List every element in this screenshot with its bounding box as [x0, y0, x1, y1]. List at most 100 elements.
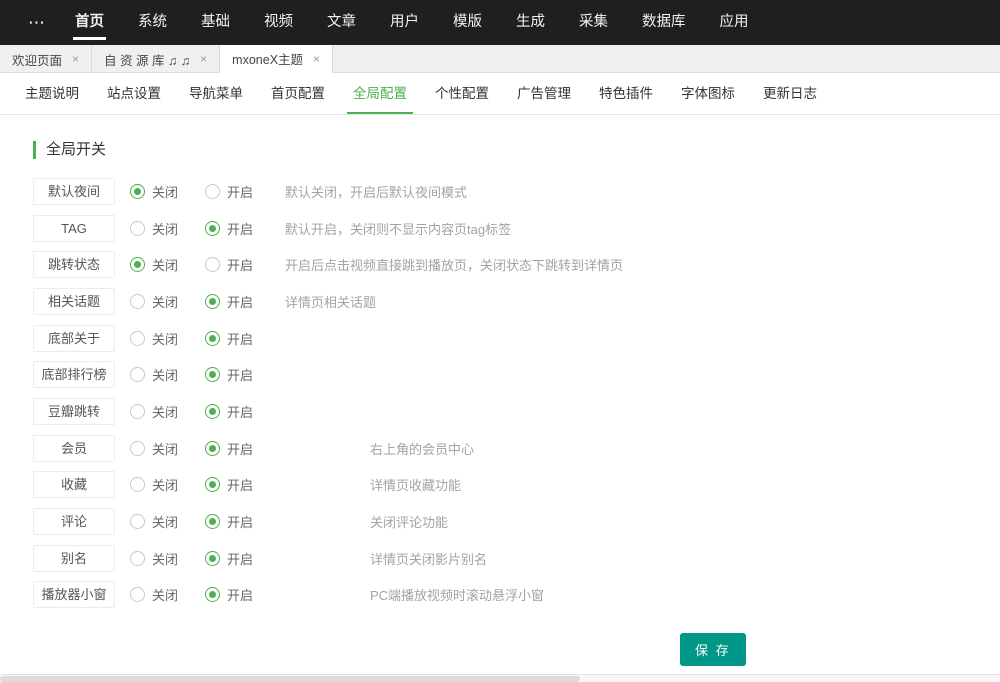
subnav-item[interactable]: 更新日志: [749, 73, 831, 114]
radio-option-off[interactable]: 关闭: [130, 219, 178, 238]
radio-option-on[interactable]: 开启: [205, 182, 253, 201]
radio-icon-on[interactable]: [205, 587, 220, 602]
topnav-item[interactable]: 基础: [184, 0, 247, 45]
radio-option-off[interactable]: 关闭: [130, 549, 178, 568]
radio-option-off[interactable]: 关闭: [130, 365, 178, 384]
radio-icon-off[interactable]: [130, 221, 145, 236]
radio-option-on[interactable]: 开启: [205, 219, 253, 238]
radio-option-on[interactable]: 开启: [205, 402, 253, 421]
radio-label-off: 关闭: [152, 329, 178, 348]
radio-option-off[interactable]: 关闭: [130, 329, 178, 348]
radio-icon-off[interactable]: [130, 477, 145, 492]
radio-icon-on[interactable]: [205, 477, 220, 492]
switch-row: 会员关闭开启右上角的会员中心: [0, 430, 1000, 467]
radio-icon-on[interactable]: [205, 514, 220, 529]
radio-icon-off[interactable]: [130, 331, 145, 346]
subnav-item[interactable]: 主题说明: [11, 73, 93, 114]
horizontal-scrollbar[interactable]: [0, 674, 1000, 682]
switch-label-button[interactable]: 相关话题: [33, 288, 115, 315]
radio-icon-off[interactable]: [130, 257, 145, 272]
radio-icon-off[interactable]: [130, 294, 145, 309]
radio-label-off: 关闭: [152, 549, 178, 568]
switch-label-button[interactable]: TAG: [33, 215, 115, 242]
close-icon[interactable]: ×: [72, 52, 79, 66]
radio-icon-on[interactable]: [205, 331, 220, 346]
radio-option-on[interactable]: 开启: [205, 292, 253, 311]
radio-icon-on[interactable]: [205, 221, 220, 236]
radio-option-off[interactable]: 关闭: [130, 402, 178, 421]
subnav-item[interactable]: 站点设置: [93, 73, 175, 114]
subnav-item[interactable]: 全局配置: [339, 73, 421, 114]
subnav-item[interactable]: 字体图标: [667, 73, 749, 114]
radio-option-on[interactable]: 开启: [205, 255, 253, 274]
topnav-item[interactable]: 模版: [436, 0, 499, 45]
subnav-item[interactable]: 个性配置: [421, 73, 503, 114]
radio-icon-on[interactable]: [205, 367, 220, 382]
subnav-item[interactable]: 首页配置: [257, 73, 339, 114]
radio-icon-off[interactable]: [130, 514, 145, 529]
switch-label-button[interactable]: 底部排行榜: [33, 361, 115, 388]
radio-option-off[interactable]: 关闭: [130, 475, 178, 494]
radio-option-on[interactable]: 开启: [205, 329, 253, 348]
topnav-item[interactable]: 数据库: [625, 0, 703, 45]
topnav-item[interactable]: 采集: [562, 0, 625, 45]
switch-label-button[interactable]: 别名: [33, 545, 115, 572]
switch-label-button[interactable]: 豆瓣跳转: [33, 398, 115, 425]
topnav-item[interactable]: 首页: [58, 0, 121, 45]
switch-label-button[interactable]: 评论: [33, 508, 115, 535]
radio-option-off[interactable]: 关闭: [130, 255, 178, 274]
switch-desc: 关闭评论功能: [370, 512, 448, 531]
subnav: 主题说明站点设置导航菜单首页配置全局配置个性配置广告管理特色插件字体图标更新日志: [0, 73, 1000, 115]
radio-option-off[interactable]: 关闭: [130, 585, 178, 604]
radio-icon-off[interactable]: [130, 551, 145, 566]
topnav-item[interactable]: 文章: [310, 0, 373, 45]
horizontal-scrollbar-thumb[interactable]: [0, 676, 580, 682]
radio-icon-off[interactable]: [130, 367, 145, 382]
radio-icon-on[interactable]: [205, 551, 220, 566]
subnav-item[interactable]: 广告管理: [503, 73, 585, 114]
radio-icon-off[interactable]: [130, 587, 145, 602]
subnav-item[interactable]: 特色插件: [585, 73, 667, 114]
radio-icon-on[interactable]: [205, 257, 220, 272]
switch-label-button[interactable]: 收藏: [33, 471, 115, 498]
radio-option-off[interactable]: 关闭: [130, 182, 178, 201]
close-icon[interactable]: ×: [313, 52, 320, 66]
more-menu-icon[interactable]: ⋯: [16, 13, 58, 33]
subnav-item[interactable]: 导航菜单: [175, 73, 257, 114]
save-button[interactable]: 保 存: [680, 633, 746, 666]
radio-option-on[interactable]: 开启: [205, 549, 253, 568]
close-icon[interactable]: ×: [200, 52, 207, 66]
radio-label-on: 开启: [227, 475, 253, 494]
radio-icon-on[interactable]: [205, 404, 220, 419]
radio-option-off[interactable]: 关闭: [130, 292, 178, 311]
radio-option-off[interactable]: 关闭: [130, 512, 178, 531]
tab[interactable]: 自 资 源 库 ♫ ♫×: [92, 45, 220, 73]
switch-label-button[interactable]: 会员: [33, 435, 115, 462]
radio-option-on[interactable]: 开启: [205, 439, 253, 458]
radio-icon-on[interactable]: [205, 441, 220, 456]
radio-option-on[interactable]: 开启: [205, 365, 253, 384]
topnav-item[interactable]: 系统: [121, 0, 184, 45]
switch-label-button[interactable]: 默认夜间: [33, 178, 115, 205]
switch-label-button[interactable]: 跳转状态: [33, 251, 115, 278]
topnav-item[interactable]: 视频: [247, 0, 310, 45]
radio-icon-off[interactable]: [130, 404, 145, 419]
radio-icon-off[interactable]: [130, 184, 145, 199]
radio-label-off: 关闭: [152, 255, 178, 274]
tab[interactable]: 欢迎页面×: [0, 45, 92, 73]
radio-option-on[interactable]: 开启: [205, 475, 253, 494]
switch-desc: 开启后点击视频直接跳到播放页，关闭状态下跳转到详情页: [285, 255, 623, 274]
tab[interactable]: mxoneX主题×: [220, 45, 333, 73]
radio-option-on[interactable]: 开启: [205, 585, 253, 604]
topnav-item[interactable]: 应用: [703, 0, 766, 45]
switch-label-button[interactable]: 底部关于: [33, 325, 115, 352]
radio-icon-on[interactable]: [205, 184, 220, 199]
switch-row: 相关话题关闭开启详情页相关话题: [0, 283, 1000, 320]
radio-option-on[interactable]: 开启: [205, 512, 253, 531]
switch-label-button[interactable]: 播放器小窗: [33, 581, 115, 608]
topnav-item[interactable]: 生成: [499, 0, 562, 45]
radio-option-off[interactable]: 关闭: [130, 439, 178, 458]
radio-icon-on[interactable]: [205, 294, 220, 309]
topnav-item[interactable]: 用户: [373, 0, 436, 45]
radio-icon-off[interactable]: [130, 441, 145, 456]
